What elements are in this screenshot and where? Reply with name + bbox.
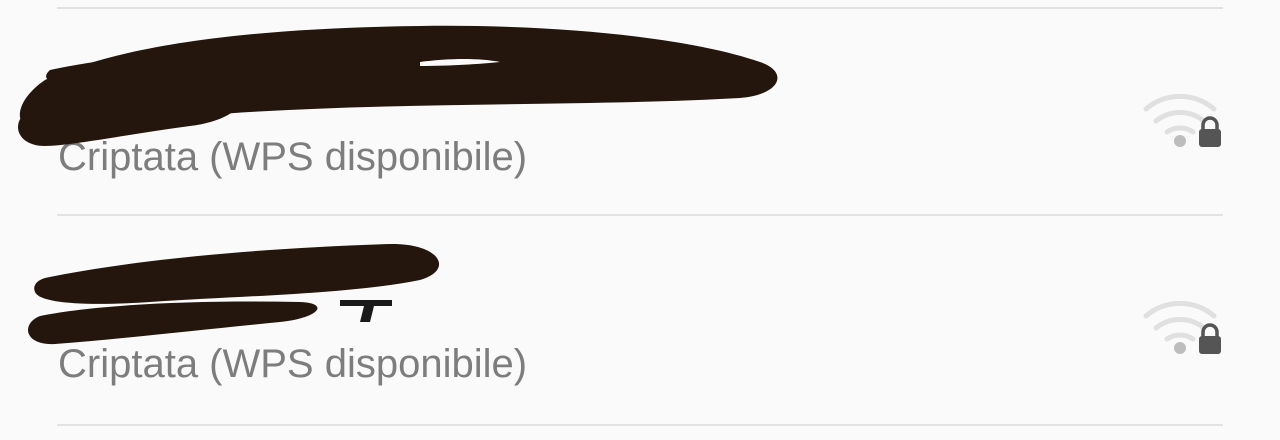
wifi-lock-icon [1143, 93, 1221, 147]
network-status: Criptata (WPS disponibile) [58, 135, 528, 179]
wifi-lock-icon [1143, 300, 1221, 354]
network-item[interactable]: Criptata (WPS disponibile) [0, 216, 1280, 422]
wifi-network-list: Criptata (WPS disponibile) Criptata (WPS… [0, 0, 1280, 440]
list-divider [57, 424, 1223, 426]
network-status: Criptata (WPS disponibile) [58, 342, 528, 386]
network-item[interactable]: Criptata (WPS disponibile) [0, 9, 1280, 215]
